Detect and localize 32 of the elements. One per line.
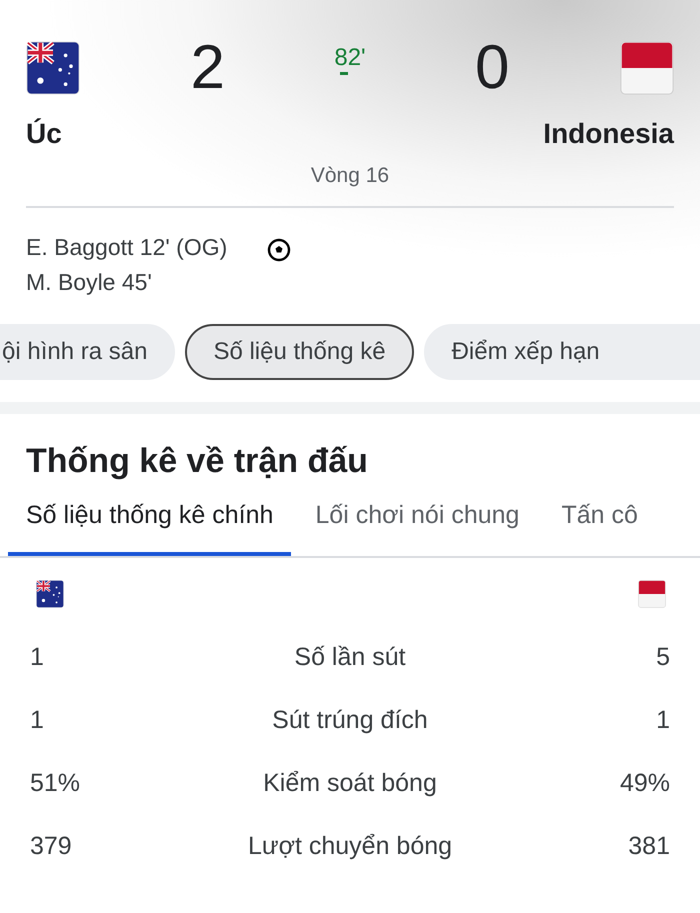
away-team-name: Indonesia — [543, 118, 674, 150]
team-flag-icon — [638, 580, 666, 608]
stat-label: Lượt chuyển bóng — [246, 832, 454, 861]
away-stat-value: 1 — [655, 706, 670, 735]
round-label: Vòng 16 — [310, 164, 390, 188]
home-stat-value: 379 — [30, 832, 73, 861]
away-score: 0 — [475, 36, 510, 100]
away-stat-value: 381 — [627, 832, 670, 861]
stats-tab[interactable]: Tấn cô — [543, 501, 656, 556]
team-flag-icon — [26, 41, 80, 95]
stat-label: Kiểm soát bóng — [262, 769, 438, 798]
section-heading: Thống kê về trận đấu — [26, 442, 369, 481]
home-stat-value: 51% — [30, 769, 82, 798]
stat-label: Sút trúng đích — [271, 706, 429, 735]
soccer-ball-icon — [267, 238, 292, 262]
stats-tab[interactable]: Lối chơi nói chung — [297, 501, 538, 556]
home-stat-value: 1 — [30, 643, 45, 672]
away-stat-value: 49% — [618, 769, 670, 798]
filter-chip[interactable]: ội hình ra sân — [0, 324, 176, 380]
goal-scorer: M. Boyle 45' — [26, 269, 153, 296]
filter-chip[interactable]: Điểm xếp hạn — [424, 324, 700, 380]
team-flag-icon — [36, 580, 64, 608]
home-team-name: Úc — [26, 118, 63, 150]
stat-label: Số lần sút — [293, 643, 407, 672]
stats-tab[interactable]: Số liệu thống kê chính — [8, 501, 292, 556]
filter-chip[interactable]: Số liệu thống kê — [185, 324, 414, 380]
home-score: 2 — [190, 36, 225, 100]
goal-scorer: E. Baggott 12' (OG) — [26, 234, 228, 261]
away-stat-value: 5 — [655, 643, 670, 672]
home-stat-value: 1 — [30, 706, 45, 735]
team-flag-icon — [620, 41, 674, 95]
match-minute: 82' — [334, 44, 366, 72]
